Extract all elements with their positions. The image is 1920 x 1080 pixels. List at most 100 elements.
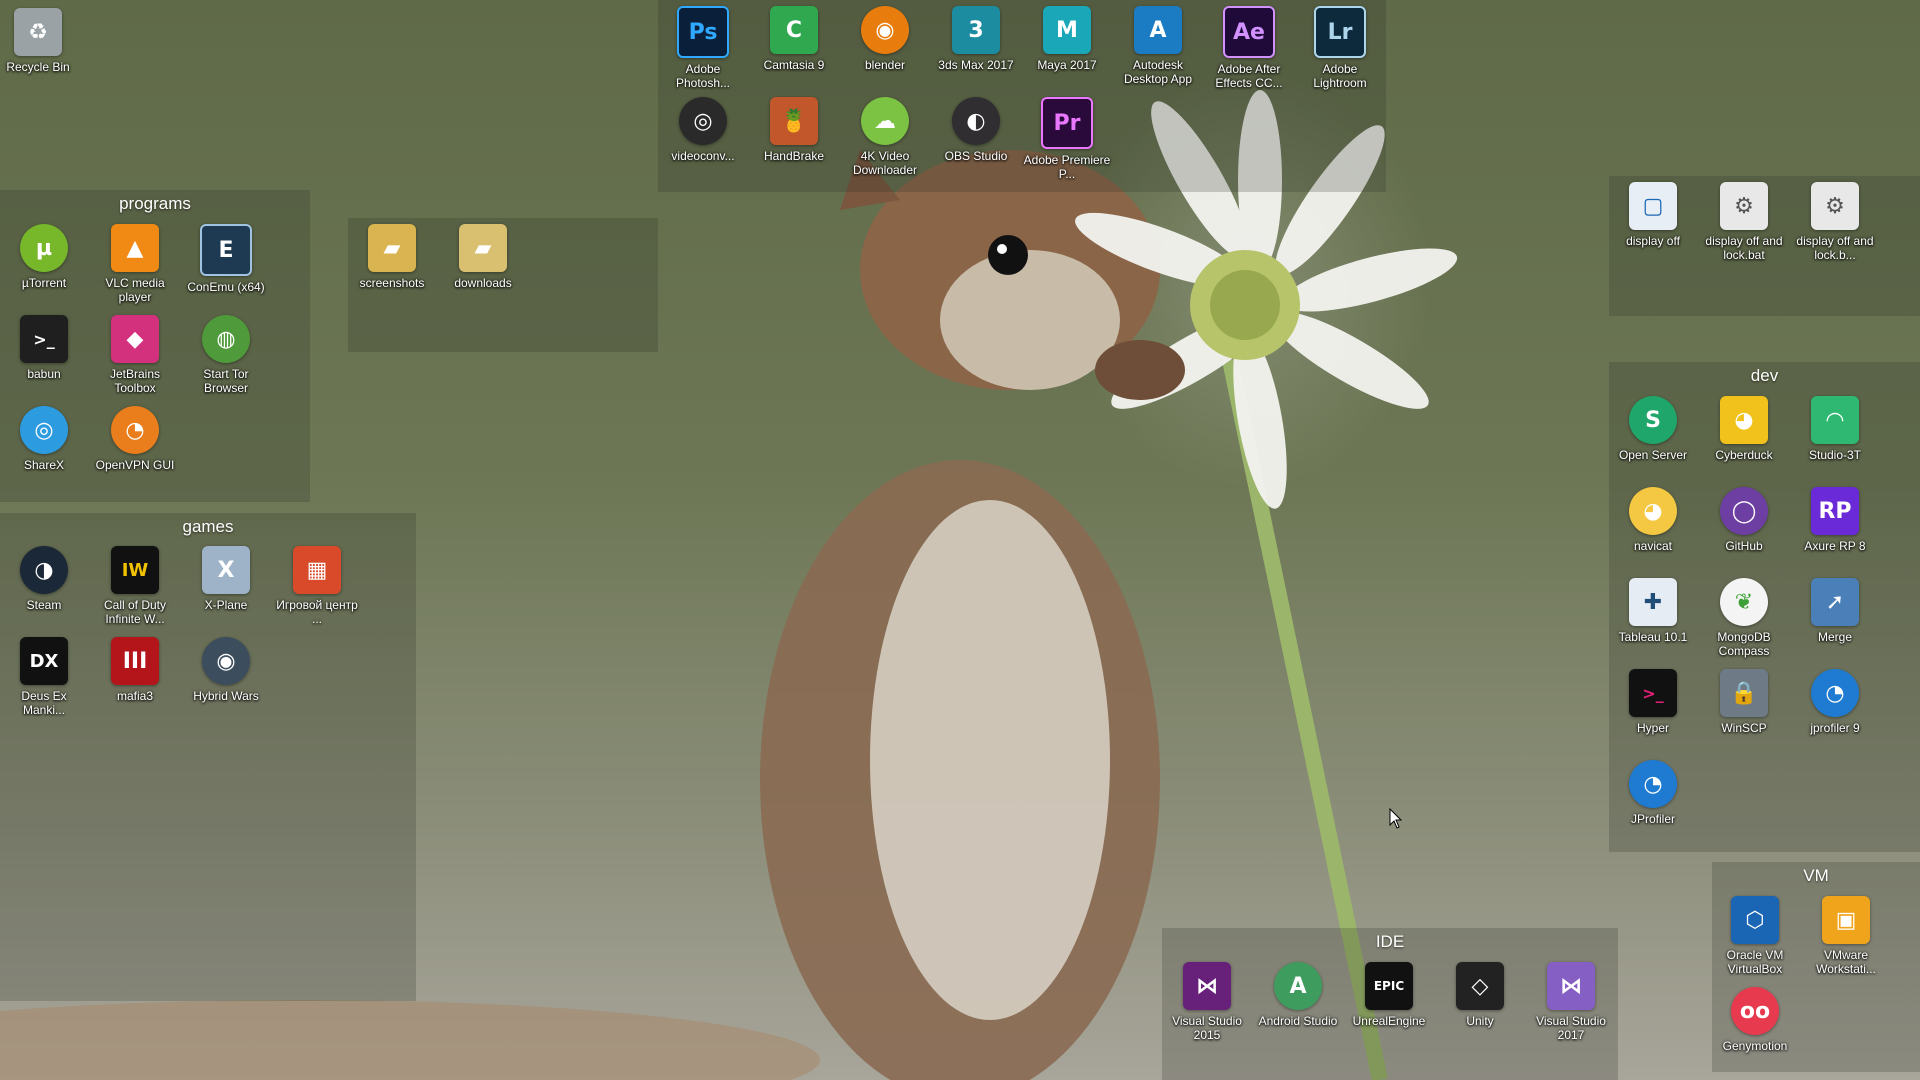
videoconverter-icon: ◎ xyxy=(679,97,727,145)
desktop-icon-label: Hybrid Wars xyxy=(193,689,259,703)
desktop-icon-label: UnrealEngine xyxy=(1352,1014,1426,1028)
desktop-icon-label: VLC media player xyxy=(105,276,165,304)
desktop-icon-game-center[interactable]: ▦ Игровой центр ... xyxy=(273,546,361,626)
desktop-icon-display-off[interactable]: ▢ display off xyxy=(1609,182,1697,248)
desktop-icon-genymotion[interactable]: oo Genymotion xyxy=(1711,987,1799,1053)
desktop-icon-label: Deus Ex Manki... xyxy=(21,689,67,717)
desktop-icon-label: µTorrent xyxy=(21,276,67,290)
desktop-icon-handbrake[interactable]: 🍍 HandBrake xyxy=(750,97,838,163)
premiere-icon: Pr xyxy=(1041,97,1093,149)
desktop-icon-display-off-lock[interactable]: ⚙ display off and lock.bat xyxy=(1700,182,1788,262)
desktop-icon-visual-studio-2017[interactable]: ⋈ Visual Studio 2017 xyxy=(1527,962,1615,1042)
openvpn-icon: ◔ xyxy=(111,406,159,454)
desktop-icon-cyberduck[interactable]: ◕ Cyberduck xyxy=(1700,396,1788,462)
desktop-icon-tor-browser[interactable]: ◍ Start Tor Browser xyxy=(182,315,270,395)
desktop-icon-sharex[interactable]: ◎ ShareX xyxy=(0,406,88,472)
desktop-icon-jprofiler[interactable]: ◔ JProfiler xyxy=(1609,760,1697,826)
desktop-icon-label: Adobe After Effects CC... xyxy=(1215,62,1283,90)
desktop-icon-photoshop[interactable]: Ps Adobe Photosh... xyxy=(659,6,747,90)
desktop-icon-xplane[interactable]: X X-Plane xyxy=(182,546,270,612)
cod-icon: IW xyxy=(111,546,159,594)
desktop-icon-4k-downloader[interactable]: ☁ 4K Video Downloader xyxy=(841,97,929,177)
desktop-icon-tableau[interactable]: ✚ Tableau 10.1 xyxy=(1609,578,1697,644)
desktop-icon-mongodb[interactable]: ❦ MongoDB Compass xyxy=(1700,578,1788,658)
desktop-icon-mafia3[interactable]: III mafia3 xyxy=(91,637,179,703)
desktop-icon-deus-ex[interactable]: DX Deus Ex Manki... xyxy=(0,637,88,717)
game-center-icon: ▦ xyxy=(293,546,341,594)
desktop-icon-visual-studio-2015[interactable]: ⋈ Visual Studio 2015 xyxy=(1163,962,1251,1042)
desktop-icon-after-effects[interactable]: Ae Adobe After Effects CC... xyxy=(1205,6,1293,90)
visual-studio-icon: ⋈ xyxy=(1183,962,1231,1010)
desktop-icon-camtasia[interactable]: C Camtasia 9 xyxy=(750,6,838,72)
mongodb-icon: ❦ xyxy=(1720,578,1768,626)
desktop-icon-downloads[interactable]: ▰ downloads xyxy=(439,224,527,290)
desktop-icon-winscp[interactable]: 🔒 WinSCP xyxy=(1700,669,1788,735)
desktop-icon-utorrent[interactable]: µ µTorrent xyxy=(0,224,88,290)
camtasia-icon: C xyxy=(770,6,818,54)
tor-browser-icon: ◍ xyxy=(202,315,250,363)
android-studio-icon: A xyxy=(1274,962,1322,1010)
desktop-icon-unity[interactable]: ◇ Unity xyxy=(1436,962,1524,1028)
desktop-icon-label: ShareX xyxy=(23,458,65,472)
cyberduck-icon: ◕ xyxy=(1720,396,1768,444)
desktop-icon-label: Unity xyxy=(1466,1014,1494,1028)
studio3t-icon: ◠ xyxy=(1811,396,1859,444)
desktop-icon-blender[interactable]: ◉ blender xyxy=(841,6,929,72)
desktop-icon-autodesk[interactable]: A Autodesk Desktop App xyxy=(1114,6,1202,86)
xplane-icon: X xyxy=(202,546,250,594)
unity-icon: ◇ xyxy=(1456,962,1504,1010)
desktop-icon-display-off-lock-b[interactable]: ⚙ display off and lock.b... xyxy=(1791,182,1879,262)
desktop-icon-virtualbox[interactable]: ⬡ Oracle VM VirtualBox xyxy=(1711,896,1799,976)
desktop-icon-jetbrains-toolbox[interactable]: ◆ JetBrains Toolbox xyxy=(91,315,179,395)
desktop-icon-vmware[interactable]: ▣ VMware Workstati... xyxy=(1802,896,1890,976)
desktop-icon-github[interactable]: ◯ GitHub xyxy=(1700,487,1788,553)
desktop-icon-maya[interactable]: M Maya 2017 xyxy=(1023,6,1111,72)
virtualbox-icon: ⬡ xyxy=(1731,896,1779,944)
desktop-icon-label: JProfiler xyxy=(1630,812,1675,826)
desktop-icon-label: navicat xyxy=(1633,539,1673,553)
desktop-icon-label: Camtasia 9 xyxy=(763,58,825,72)
desktop-icon-unreal-engine[interactable]: EPIC UnrealEngine xyxy=(1345,962,1433,1028)
desktop-icon-axure[interactable]: RP Axure RP 8 xyxy=(1791,487,1879,553)
desktop-icon-steam[interactable]: ◑ Steam xyxy=(0,546,88,612)
desktop-icon-open-server[interactable]: S Open Server xyxy=(1609,396,1697,462)
desktop-icon-videoconverter[interactable]: ◎ videoconv... xyxy=(659,97,747,163)
fence-title: VM xyxy=(1803,866,1829,885)
desktop-icon-hybrid-wars[interactable]: ◉ Hybrid Wars xyxy=(182,637,270,703)
desktop-icon-label: JetBrains Toolbox xyxy=(109,367,161,395)
desktop-icon-merge[interactable]: ➚ Merge xyxy=(1791,578,1879,644)
desktop-icon-jprofiler9[interactable]: ◔ jprofiler 9 xyxy=(1791,669,1879,735)
desktop-icon-label: jprofiler 9 xyxy=(1810,721,1860,735)
unreal-engine-icon: EPIC xyxy=(1365,962,1413,1010)
desktop-icon-navicat[interactable]: ◕ navicat xyxy=(1609,487,1697,553)
desktop-icon-premiere[interactable]: Pr Adobe Premiere P... xyxy=(1023,97,1111,181)
desktop-icon-studio3t[interactable]: ◠ Studio-3T xyxy=(1791,396,1879,462)
sharex-icon: ◎ xyxy=(20,406,68,454)
desktop-icon-label: Visual Studio 2017 xyxy=(1536,1014,1606,1042)
winscp-icon: 🔒 xyxy=(1720,669,1768,717)
desktop-icon-call-of-duty[interactable]: IW Call of Duty Infinite W... xyxy=(91,546,179,626)
desktop-icon-screenshots[interactable]: ▰ screenshots xyxy=(348,224,436,290)
desktop-icon-vlc[interactable]: ▲ VLC media player xyxy=(91,224,179,304)
desktop-icon-conemu[interactable]: E ConEmu (x64) xyxy=(182,224,270,294)
genymotion-icon: oo xyxy=(1731,987,1779,1035)
handbrake-icon: 🍍 xyxy=(770,97,818,145)
fence-title: games xyxy=(182,517,234,536)
desktop-icon-recycle-bin[interactable]: ♻ Recycle Bin xyxy=(0,8,82,74)
desktop-icon-3dsmax[interactable]: 3 3ds Max 2017 xyxy=(932,6,1020,72)
desktop-icon-android-studio[interactable]: A Android Studio xyxy=(1254,962,1342,1028)
desktop-icon-label: HandBrake xyxy=(763,149,825,163)
desktop-icon-babun[interactable]: >_ babun xyxy=(0,315,88,381)
desktop-icon-openvpn[interactable]: ◔ OpenVPN GUI xyxy=(91,406,179,472)
desktop-icon-label: Call of Duty Infinite W... xyxy=(103,598,167,626)
jetbrains-toolbox-icon: ◆ xyxy=(111,315,159,363)
desktop-icon-label: 3ds Max 2017 xyxy=(938,58,1014,72)
steam-icon: ◑ xyxy=(20,546,68,594)
photoshop-icon: Ps xyxy=(677,6,729,58)
desktop-icon-lightroom[interactable]: Lr Adobe Lightroom xyxy=(1296,6,1384,90)
desktop-icon-obs[interactable]: ◐ OBS Studio xyxy=(932,97,1020,163)
open-server-icon: S xyxy=(1629,396,1677,444)
desktop-icon-hyper[interactable]: >_ Hyper xyxy=(1609,669,1697,735)
axure-icon: RP xyxy=(1811,487,1859,535)
deus-ex-icon: DX xyxy=(20,637,68,685)
